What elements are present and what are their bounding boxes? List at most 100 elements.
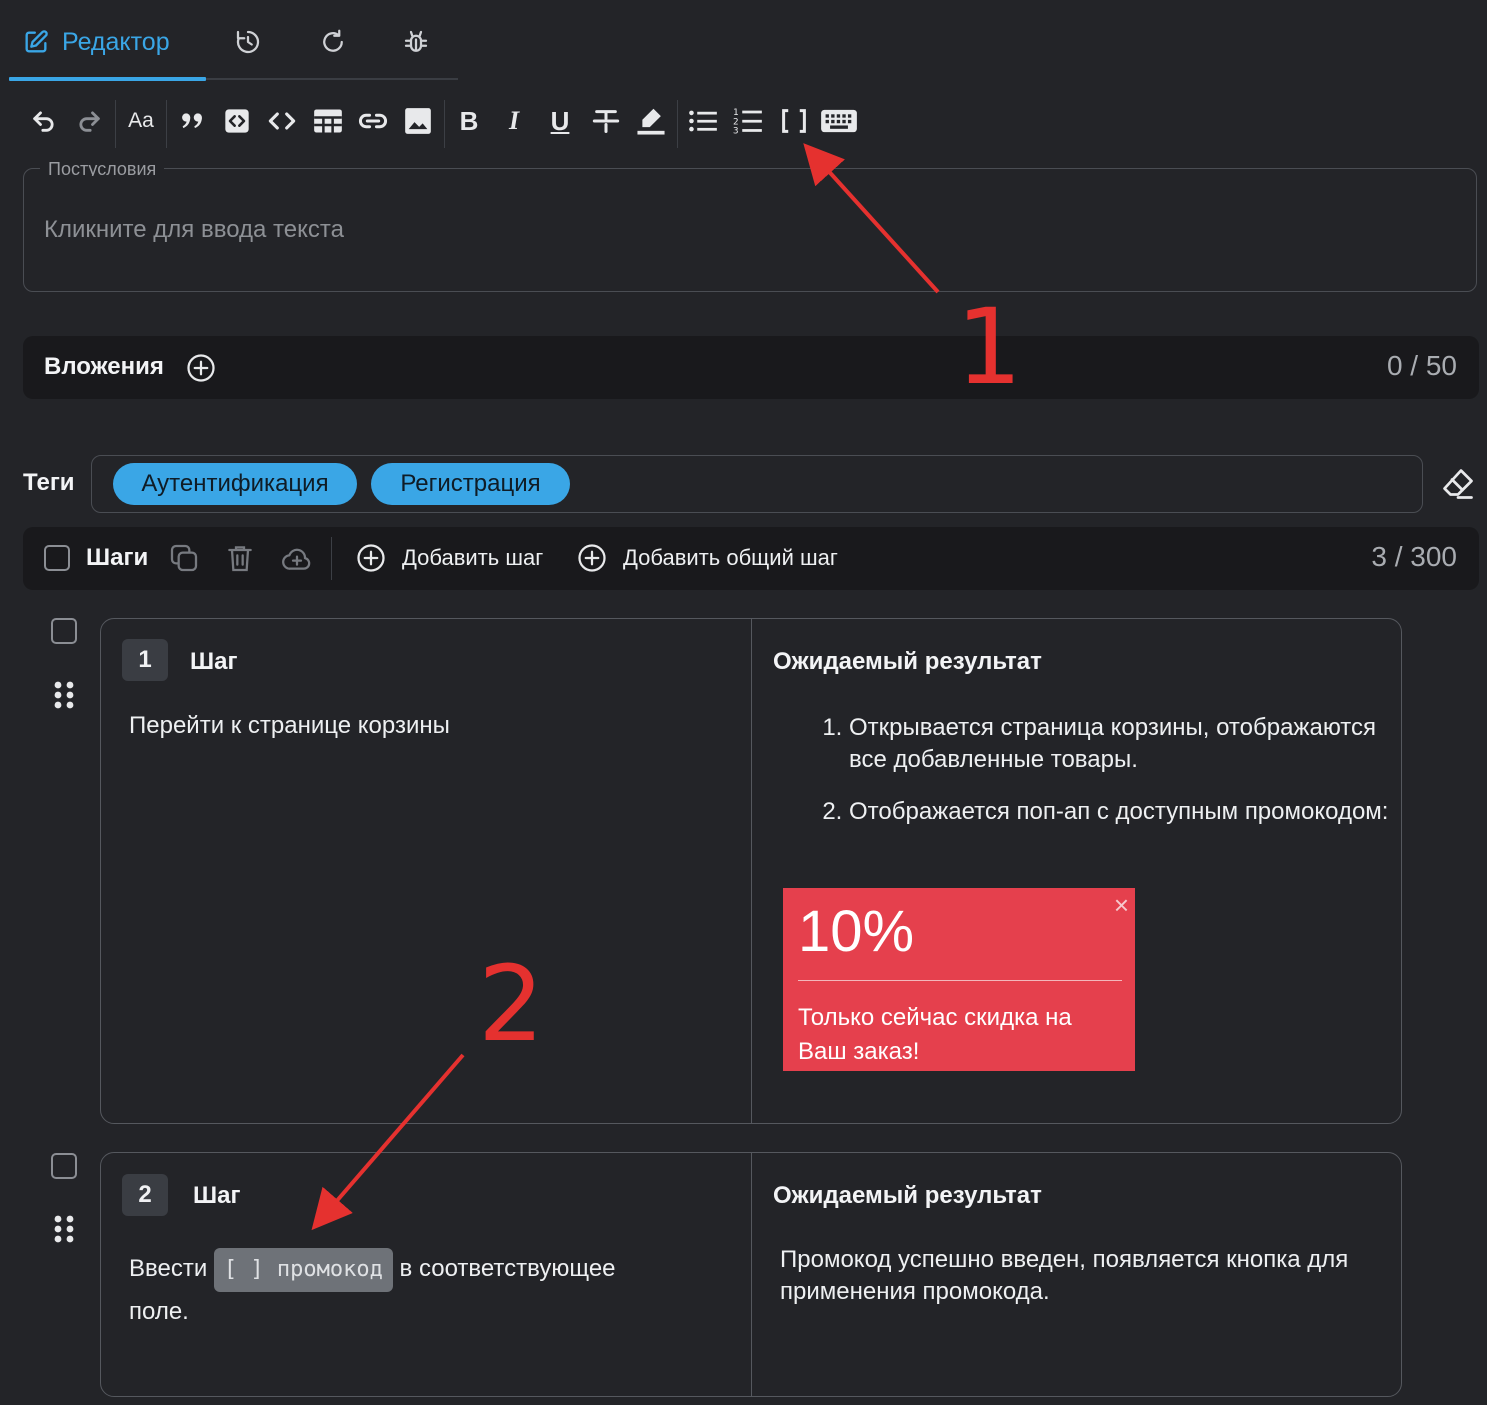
tab-editor-label: Редактор	[62, 27, 170, 56]
step-header: Шаг	[193, 1182, 241, 1209]
tab-bugs[interactable]	[401, 20, 431, 64]
numbered-list-button[interactable]: 123	[730, 100, 766, 142]
refresh-icon	[318, 27, 348, 57]
add-shared-step-button[interactable]: Добавить общий шаг	[577, 543, 838, 573]
expected-list-item: Открывается страница корзины, отображают…	[849, 712, 1409, 776]
annotation-number: 2	[478, 943, 545, 1065]
font-size-button[interactable]: Aa	[122, 100, 160, 142]
bullet-list-button[interactable]	[685, 100, 721, 142]
strikethrough-icon	[590, 107, 622, 135]
tab-active-indicator	[9, 77, 206, 81]
eraser-icon	[1440, 466, 1476, 502]
undo-icon	[30, 107, 58, 135]
tags-label: Теги	[23, 469, 75, 496]
attachments-bar: Вложения 0 / 50	[23, 336, 1479, 399]
step-card-divider	[751, 619, 752, 1123]
promo-popup-image: 10% × Только сейчас скидка на Ваш заказ!	[783, 888, 1135, 1071]
inline-code-button[interactable]	[264, 100, 300, 142]
link-button[interactable]	[355, 100, 391, 142]
add-attachment-button[interactable]	[186, 353, 216, 383]
add-step-label: Добавить шаг	[402, 545, 544, 570]
keyboard-icon	[820, 107, 858, 135]
bold-button[interactable]: B	[452, 100, 486, 142]
promo-divider	[798, 980, 1122, 981]
close-icon: ×	[1113, 890, 1129, 920]
expected-text[interactable]: Промокод успешно введен, появляется кноп…	[780, 1244, 1380, 1308]
highlight-icon	[635, 105, 667, 137]
tab-history[interactable]	[233, 20, 263, 64]
toolbar-separator	[166, 100, 167, 148]
numbered-list-icon: 123	[733, 106, 763, 136]
tag-chip[interactable]: Регистрация	[371, 463, 570, 505]
table-button[interactable]	[310, 100, 346, 142]
redo-icon	[75, 107, 103, 135]
undo-button[interactable]	[27, 100, 61, 142]
keyboard-button[interactable]	[819, 100, 859, 142]
quote-button[interactable]	[174, 100, 210, 142]
postconditions-placeholder: Кликните для ввода текста	[44, 216, 344, 243]
promo-text: Только сейчас скидка на Ваш заказ!	[798, 1004, 1072, 1065]
code-block-icon	[223, 107, 251, 135]
step-action-text[interactable]: Ввести [ ] промокод в соответствующее по…	[129, 1248, 729, 1332]
step-header: Шаг	[190, 648, 238, 675]
highlight-button[interactable]	[633, 100, 669, 142]
font-size-label: Aa	[128, 109, 154, 132]
image-button[interactable]	[401, 100, 435, 142]
tab-editor[interactable]: Редактор	[22, 20, 170, 64]
step-card: 1 Шаг Ожидаемый результат Перейти к стра…	[100, 618, 1402, 1124]
redo-button[interactable]	[72, 100, 106, 142]
bullet-list-icon	[688, 107, 718, 135]
drag-handle-icon[interactable]	[53, 680, 77, 712]
link-icon	[357, 107, 389, 135]
step-checkbox[interactable]	[51, 618, 77, 644]
variable-button[interactable]	[776, 100, 812, 142]
underline-label: U	[550, 105, 570, 136]
copy-icon	[168, 542, 200, 574]
step-action-line2: поле.	[129, 1298, 189, 1325]
plus-circle-icon	[356, 543, 386, 573]
strikethrough-button[interactable]	[588, 100, 624, 142]
delete-steps-button[interactable]	[224, 542, 256, 574]
promo-percent: 10%	[798, 899, 915, 964]
tag-chip[interactable]: Аутентификация	[113, 463, 357, 505]
italic-label: I	[508, 106, 520, 135]
copy-steps-button[interactable]	[168, 542, 200, 574]
bold-label: B	[459, 105, 479, 136]
bug-icon	[401, 27, 431, 57]
select-all-steps-checkbox[interactable]	[44, 545, 70, 571]
step-action-after: в соответствующее	[399, 1255, 616, 1282]
add-step-button[interactable]: Добавить шаг	[356, 543, 543, 573]
steps-label: Шаги	[86, 544, 149, 571]
steps-bar: Шаги Добавить шаг Добавить общий шаг 3 /…	[23, 527, 1479, 590]
toolbar-separator	[115, 100, 116, 148]
add-to-shared-button[interactable]	[281, 542, 313, 574]
clear-tags-button[interactable]	[1440, 466, 1476, 502]
step-action-before: Ввести	[129, 1255, 208, 1282]
underline-button[interactable]: U	[543, 100, 577, 142]
add-shared-step-label: Добавить общий шаг	[623, 545, 838, 570]
brackets-icon	[779, 107, 809, 135]
expected-list-item: Отображается поп-ап с доступным промокод…	[849, 796, 1409, 828]
expected-list[interactable]: Открывается страница корзины, отображают…	[811, 712, 1409, 828]
svg-text:3: 3	[733, 126, 739, 136]
italic-button[interactable]: I	[497, 100, 531, 142]
step-card-divider	[751, 1153, 752, 1396]
drag-handle-icon[interactable]	[53, 1214, 77, 1246]
toolbar-separator	[677, 100, 678, 148]
code-block-button[interactable]	[220, 100, 254, 142]
cloud-plus-icon	[281, 542, 313, 574]
image-icon	[404, 107, 432, 135]
plus-circle-icon	[577, 543, 607, 573]
tab-refresh[interactable]	[318, 20, 348, 64]
variable-chip[interactable]: [ ] промокод	[213, 1248, 393, 1292]
step-checkbox[interactable]	[51, 1153, 77, 1179]
step-card: 2 Шаг Ожидаемый результат Ввести [ ] про…	[100, 1152, 1402, 1397]
steps-count: 3 / 300	[1371, 541, 1457, 572]
attachments-label: Вложения	[44, 353, 164, 380]
attachments-count: 0 / 50	[1386, 350, 1457, 381]
steps-bar-separator	[331, 537, 332, 580]
step-number: 2	[122, 1174, 168, 1216]
step-action-text[interactable]: Перейти к странице корзины	[129, 712, 450, 740]
history-icon	[233, 27, 263, 57]
step-number: 1	[122, 639, 168, 681]
